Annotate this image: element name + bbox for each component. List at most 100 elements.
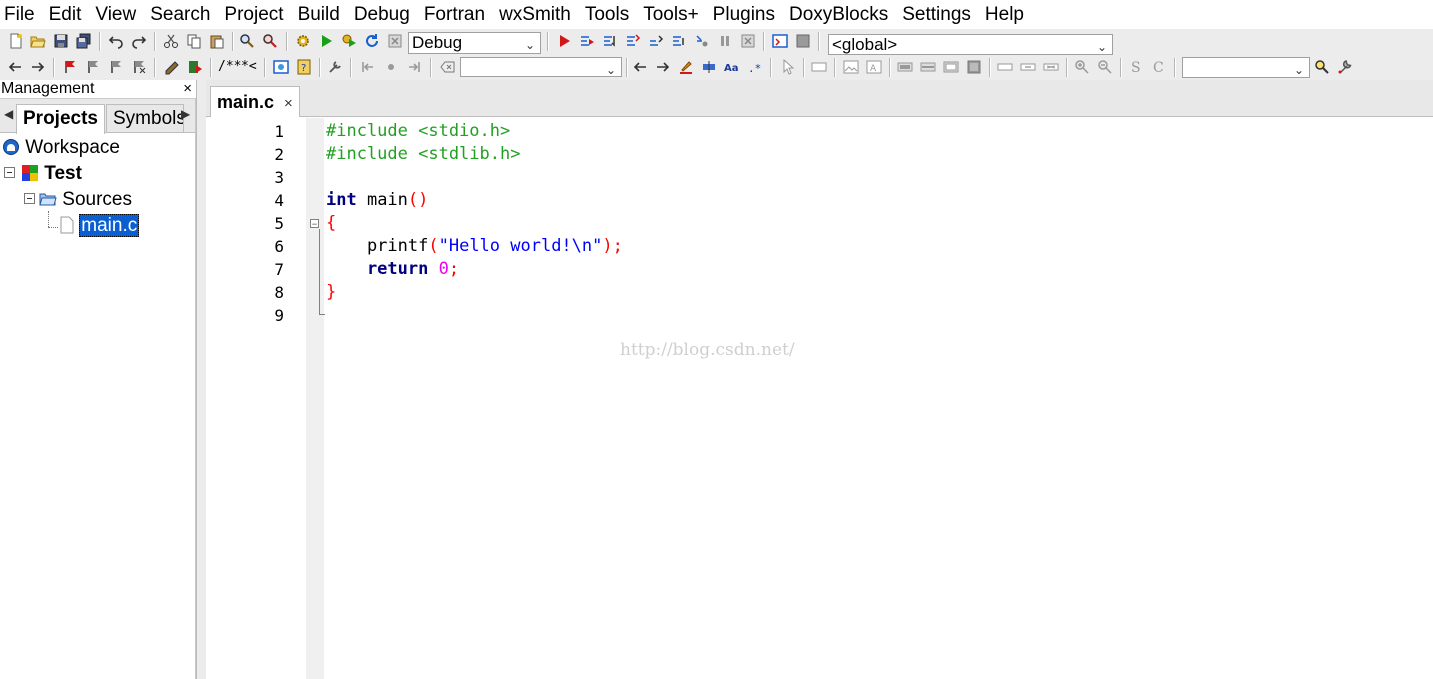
collapse-toggle-icon[interactable] xyxy=(4,167,15,178)
step-out-icon[interactable] xyxy=(648,33,664,49)
bookmark-next-icon[interactable] xyxy=(108,59,124,75)
pause-icon[interactable] xyxy=(717,33,733,49)
bookmark-toggle-icon[interactable] xyxy=(62,59,78,75)
build-target-select[interactable]: Debug ⌄ xyxy=(408,32,541,54)
wx-panel-icon[interactable] xyxy=(811,59,827,75)
build-and-run-icon[interactable] xyxy=(341,33,357,49)
wx-align-center-icon[interactable] xyxy=(1020,59,1036,75)
tab-symbols[interactable]: Symbols xyxy=(106,104,184,132)
wx-image-icon[interactable] xyxy=(843,59,859,75)
fold-collapse-icon[interactable]: − xyxy=(310,219,319,229)
menu-tools-plus[interactable]: Tools+ xyxy=(636,0,705,29)
menu-doxyblocks[interactable]: DoxyBlocks xyxy=(782,0,895,29)
next-instruction-icon[interactable] xyxy=(671,33,687,49)
doxywizard-icon[interactable] xyxy=(164,59,180,75)
wx-sizer-1-icon[interactable] xyxy=(897,59,913,75)
menu-build[interactable]: Build xyxy=(291,0,347,29)
menu-plugins[interactable]: Plugins xyxy=(706,0,782,29)
save-all-icon[interactable] xyxy=(76,33,92,49)
menu-project[interactable]: Project xyxy=(217,0,290,29)
open-folder-icon[interactable] xyxy=(30,33,46,49)
run-icon[interactable] xyxy=(318,33,334,49)
search-next-icon[interactable] xyxy=(655,59,671,75)
html-output-icon[interactable] xyxy=(273,59,289,75)
paste-icon[interactable] xyxy=(209,33,225,49)
tab-scroll-left-icon[interactable]: ◀ xyxy=(4,107,13,121)
jump-dot-icon[interactable] xyxy=(383,59,399,75)
menu-file[interactable]: File xyxy=(0,0,42,29)
menu-debug[interactable]: Debug xyxy=(347,0,417,29)
wx-align-left-icon[interactable] xyxy=(997,59,1013,75)
save-icon[interactable] xyxy=(53,33,69,49)
jump-previous-icon[interactable] xyxy=(360,59,376,75)
chm-help-icon[interactable]: ? xyxy=(296,59,312,75)
redo-icon[interactable] xyxy=(131,33,147,49)
forward-arrow-icon[interactable] xyxy=(30,59,46,75)
wx-sizer-4-icon[interactable] xyxy=(966,59,982,75)
back-arrow-icon[interactable] xyxy=(7,59,23,75)
wrench-icon[interactable] xyxy=(1337,59,1353,75)
code-symbol-icon[interactable]: C xyxy=(1151,59,1167,75)
find-icon[interactable] xyxy=(239,33,255,49)
selected-text-only-icon[interactable] xyxy=(701,59,717,75)
tree-file-main-c[interactable]: main.c xyxy=(60,214,140,238)
tab-scroll-right-icon[interactable]: ▶ xyxy=(181,107,190,121)
code-editor[interactable]: 1 2 3 4 5 6 7 8 9 − #include <stdio.h> #… xyxy=(206,118,1433,679)
new-file-icon[interactable] xyxy=(8,33,24,49)
menu-tools[interactable]: Tools xyxy=(578,0,636,29)
doxygen-extract-icon[interactable] xyxy=(187,59,203,75)
tab-projects[interactable]: Projects xyxy=(16,104,105,134)
source-symbol-icon[interactable]: S xyxy=(1128,59,1144,75)
highlight-icon[interactable] xyxy=(678,59,694,75)
collapse-toggle-icon[interactable] xyxy=(24,193,35,204)
wx-align-right-icon[interactable] xyxy=(1043,59,1059,75)
tree-workspace[interactable]: Workspace xyxy=(2,136,120,160)
regex-icon[interactable]: .* xyxy=(747,59,763,75)
pointer-icon[interactable] xyxy=(780,59,796,75)
wx-sizer-2-icon[interactable] xyxy=(920,59,936,75)
menu-search[interactable]: Search xyxy=(143,0,217,29)
menu-view[interactable]: View xyxy=(88,0,143,29)
scope-select[interactable]: <global> ⌄ xyxy=(828,34,1113,55)
copy-icon[interactable] xyxy=(186,33,202,49)
bookmark-previous-icon[interactable] xyxy=(85,59,101,75)
zoom-in-icon[interactable] xyxy=(1074,59,1090,75)
doxy-block-comment-button[interactable]: /** xyxy=(218,59,241,74)
undo-icon[interactable] xyxy=(108,33,124,49)
menu-fortran[interactable]: Fortran xyxy=(417,0,492,29)
abort-icon[interactable] xyxy=(387,33,403,49)
step-into-icon[interactable] xyxy=(625,33,641,49)
menu-edit[interactable]: Edit xyxy=(42,0,89,29)
debug-start-icon[interactable] xyxy=(556,33,572,49)
wx-text-icon[interactable]: A xyxy=(866,59,882,75)
various-info-icon[interactable] xyxy=(795,33,811,49)
jump-next-icon[interactable] xyxy=(406,59,422,75)
close-icon[interactable]: × xyxy=(183,80,192,98)
menu-help[interactable]: Help xyxy=(978,0,1031,29)
stop-debugger-icon[interactable] xyxy=(740,33,756,49)
clear-search-icon[interactable] xyxy=(440,59,456,75)
zoom-out-icon[interactable] xyxy=(1097,59,1113,75)
menu-wxsmith[interactable]: wxSmith xyxy=(492,0,578,29)
menu-settings[interactable]: Settings xyxy=(895,0,978,29)
incremental-search-input[interactable]: ⌄ xyxy=(460,57,622,77)
next-line-icon[interactable] xyxy=(602,33,618,49)
step-into-instruction-icon[interactable] xyxy=(694,33,710,49)
build-gear-icon[interactable] xyxy=(295,33,311,49)
symbol-search-select[interactable]: ⌄ xyxy=(1182,57,1310,78)
replace-icon[interactable] xyxy=(262,33,278,49)
wx-sizer-3-icon[interactable] xyxy=(943,59,959,75)
search-previous-icon[interactable] xyxy=(632,59,648,75)
bookmark-clear-icon[interactable] xyxy=(131,59,147,75)
tree-project-test[interactable]: Test xyxy=(21,162,82,186)
tab-main-c[interactable]: main.c × xyxy=(210,86,300,117)
close-icon[interactable]: × xyxy=(284,95,293,112)
symbol-find-icon[interactable] xyxy=(1314,59,1330,75)
tree-folder-sources[interactable]: Sources xyxy=(39,188,132,212)
debug-windows-icon[interactable] xyxy=(772,33,788,49)
doxyblocks-config-icon[interactable] xyxy=(327,59,343,75)
match-case-icon[interactable]: Aa xyxy=(724,59,740,75)
run-to-cursor-icon[interactable] xyxy=(579,33,595,49)
rebuild-icon[interactable] xyxy=(364,33,380,49)
cut-icon[interactable] xyxy=(163,33,179,49)
